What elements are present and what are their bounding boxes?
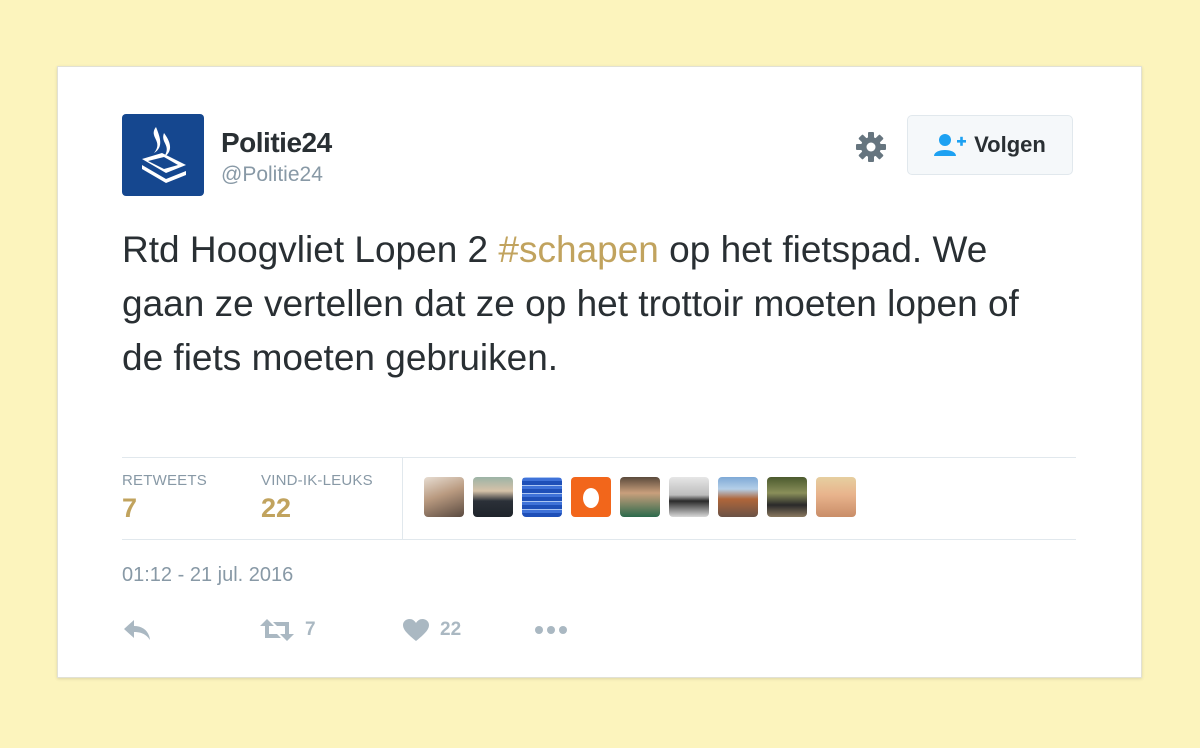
retweets-stat[interactable]: RETWEETS 7 [122, 472, 207, 524]
retweet-count: 7 [305, 619, 316, 640]
tweet-card: Politie24 @Politie24 Volgen Rtd Hoogvlie… [57, 66, 1142, 678]
retweet-icon [260, 619, 294, 641]
liker-avatar[interactable] [522, 477, 562, 517]
retweets-label: RETWEETS [122, 472, 207, 489]
tweet-stats: RETWEETS 7 VIND-IK-LEUKS 22 [122, 457, 1076, 540]
reply-icon [124, 620, 150, 640]
tweet-text: Rtd Hoogvliet Lopen 2 #schapen op het fi… [122, 223, 1022, 385]
tweet-text-start: Rtd Hoogvliet Lopen 2 [122, 229, 499, 270]
police-logo-icon [142, 127, 186, 183]
egg-icon [583, 488, 599, 508]
reply-button[interactable] [122, 615, 152, 645]
stats-divider [402, 458, 403, 539]
author-name[interactable]: Politie24 [221, 127, 332, 159]
liker-avatars [424, 477, 856, 517]
likes-label: VIND-IK-LEUKS [261, 472, 373, 489]
likes-count: 22 [261, 493, 292, 523]
liker-avatar[interactable] [473, 477, 513, 517]
gear-icon[interactable] [854, 130, 888, 164]
liker-avatar[interactable] [571, 477, 611, 517]
retweet-button[interactable]: 7 [259, 615, 316, 645]
liker-avatar[interactable] [767, 477, 807, 517]
tweet-timestamp[interactable]: 01:12 - 21 jul. 2016 [122, 564, 293, 587]
follow-button[interactable]: Volgen [907, 115, 1073, 175]
author-handle[interactable]: @Politie24 [221, 163, 323, 187]
more-icon [535, 626, 567, 634]
liker-avatar[interactable] [620, 477, 660, 517]
more-button[interactable] [534, 615, 568, 645]
liker-avatar[interactable] [424, 477, 464, 517]
like-count: 22 [440, 619, 462, 640]
hashtag-link[interactable]: #schapen [498, 229, 658, 270]
follow-button-label: Volgen [974, 132, 1046, 157]
heart-icon [403, 619, 429, 641]
liker-avatar[interactable] [669, 477, 709, 517]
liker-avatar[interactable] [718, 477, 758, 517]
retweets-count: 7 [122, 493, 138, 523]
add-user-icon [934, 134, 967, 156]
liker-avatar[interactable] [816, 477, 856, 517]
author-avatar[interactable] [122, 114, 204, 196]
likes-stat[interactable]: VIND-IK-LEUKS 22 [261, 472, 373, 524]
like-button[interactable]: 22 [402, 615, 461, 645]
